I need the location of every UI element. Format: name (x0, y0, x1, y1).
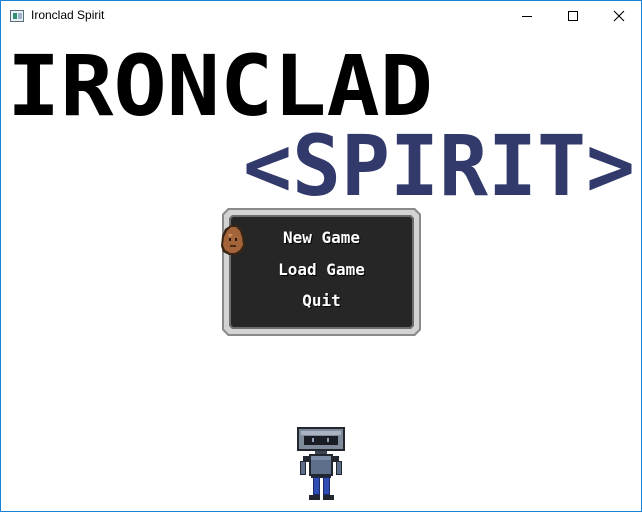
close-icon (613, 10, 625, 22)
game-window: Ironclad Spirit IRONCLAD <SPIRIT> New Ga… (0, 0, 642, 512)
main-menu: New Game Load Game Quit (222, 208, 421, 336)
window-title: Ironclad Spirit (31, 8, 105, 22)
app-icon (10, 10, 24, 22)
title-bar[interactable]: Ironclad Spirit (1, 1, 641, 31)
menu-item-load-game[interactable]: Load Game (222, 260, 421, 279)
game-logo: IRONCLAD <SPIRIT> (7, 37, 635, 201)
robot-knight-sprite (297, 427, 345, 500)
title-screen: IRONCLAD <SPIRIT> New Game Load Game Qui… (1, 31, 641, 511)
minimize-button[interactable] (504, 1, 550, 31)
maximize-button[interactable] (550, 1, 596, 31)
close-button[interactable] (596, 1, 641, 31)
logo-line-spirit: <SPIRIT> (243, 117, 635, 201)
maximize-icon (568, 11, 578, 21)
menu-item-quit[interactable]: Quit (222, 291, 421, 310)
menu-item-new-game[interactable]: New Game (222, 228, 421, 247)
minimize-icon (522, 16, 532, 17)
potato-cursor-icon (221, 225, 245, 255)
